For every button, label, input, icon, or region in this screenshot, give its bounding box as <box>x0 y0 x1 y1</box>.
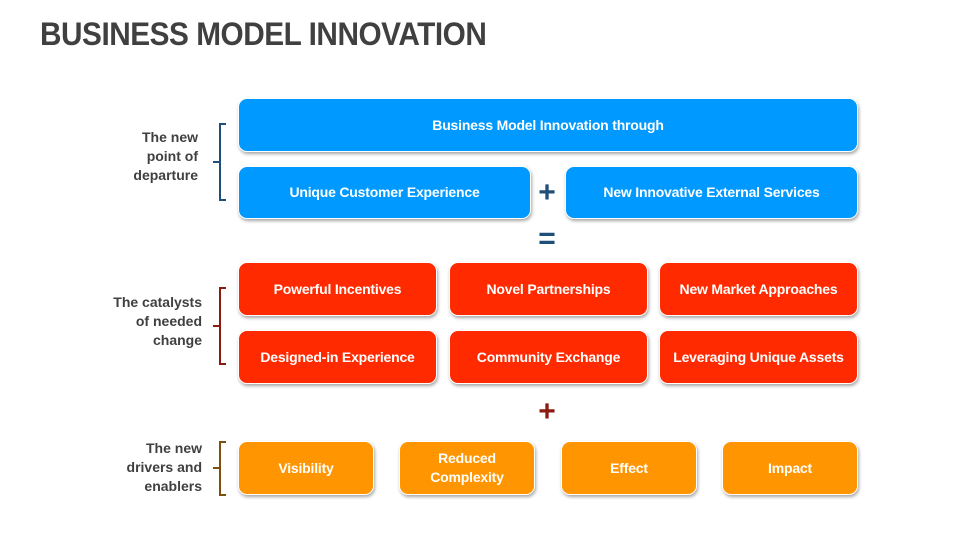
bracket-departure <box>219 123 226 201</box>
box-unique-customer-experience: Unique Customer Experience <box>238 166 531 219</box>
section-label-drivers: The new drivers and enablers <box>92 439 202 496</box>
box-new-market-approaches: New Market Approaches <box>659 262 858 316</box>
label-line: The new <box>145 440 202 456</box>
label-line: change <box>152 332 202 348</box>
label-line: The new <box>141 129 198 145</box>
slide-title: BUSINESS MODEL INNOVATION <box>40 16 487 52</box>
label-line: The catalysts <box>113 294 202 310</box>
plus-icon: + <box>538 395 556 428</box>
bracket-tick-drivers <box>213 467 220 469</box>
section-label-catalysts: The catalysts of needed change <box>92 293 202 350</box>
box-reduced-complexity: Reduced Complexity <box>399 441 535 495</box>
label-line: enablers <box>144 478 202 494</box>
box-novel-partnerships: Novel Partnerships <box>449 262 648 316</box>
bracket-drivers <box>219 441 226 496</box>
bracket-tick-catalysts <box>213 325 220 327</box>
label-line: departure <box>133 167 198 183</box>
label-line: drivers and <box>126 459 202 475</box>
section-label-departure: The new point of departure <box>88 128 198 185</box>
label-line: point of <box>146 148 198 164</box>
header-box-innovation-through: Business Model Innovation through <box>238 98 858 152</box>
equals-icon: = <box>538 222 556 255</box>
box-visibility: Visibility <box>238 441 374 495</box>
bracket-tick-departure <box>213 161 220 163</box>
box-impact: Impact <box>722 441 858 495</box>
box-effect: Effect <box>561 441 697 495</box>
box-designed-in-experience: Designed-in Experience <box>238 330 437 384</box>
box-powerful-incentives: Powerful Incentives <box>238 262 437 316</box>
bracket-catalysts <box>219 287 226 365</box>
box-leveraging-unique-assets: Leveraging Unique Assets <box>659 330 858 384</box>
box-community-exchange: Community Exchange <box>449 330 648 384</box>
box-reduced-complexity-label: Reduced Complexity <box>430 450 504 485</box>
box-new-innovative-external-services: New Innovative External Services <box>565 166 858 219</box>
label-line: of needed <box>135 313 202 329</box>
plus-icon: + <box>538 176 556 209</box>
